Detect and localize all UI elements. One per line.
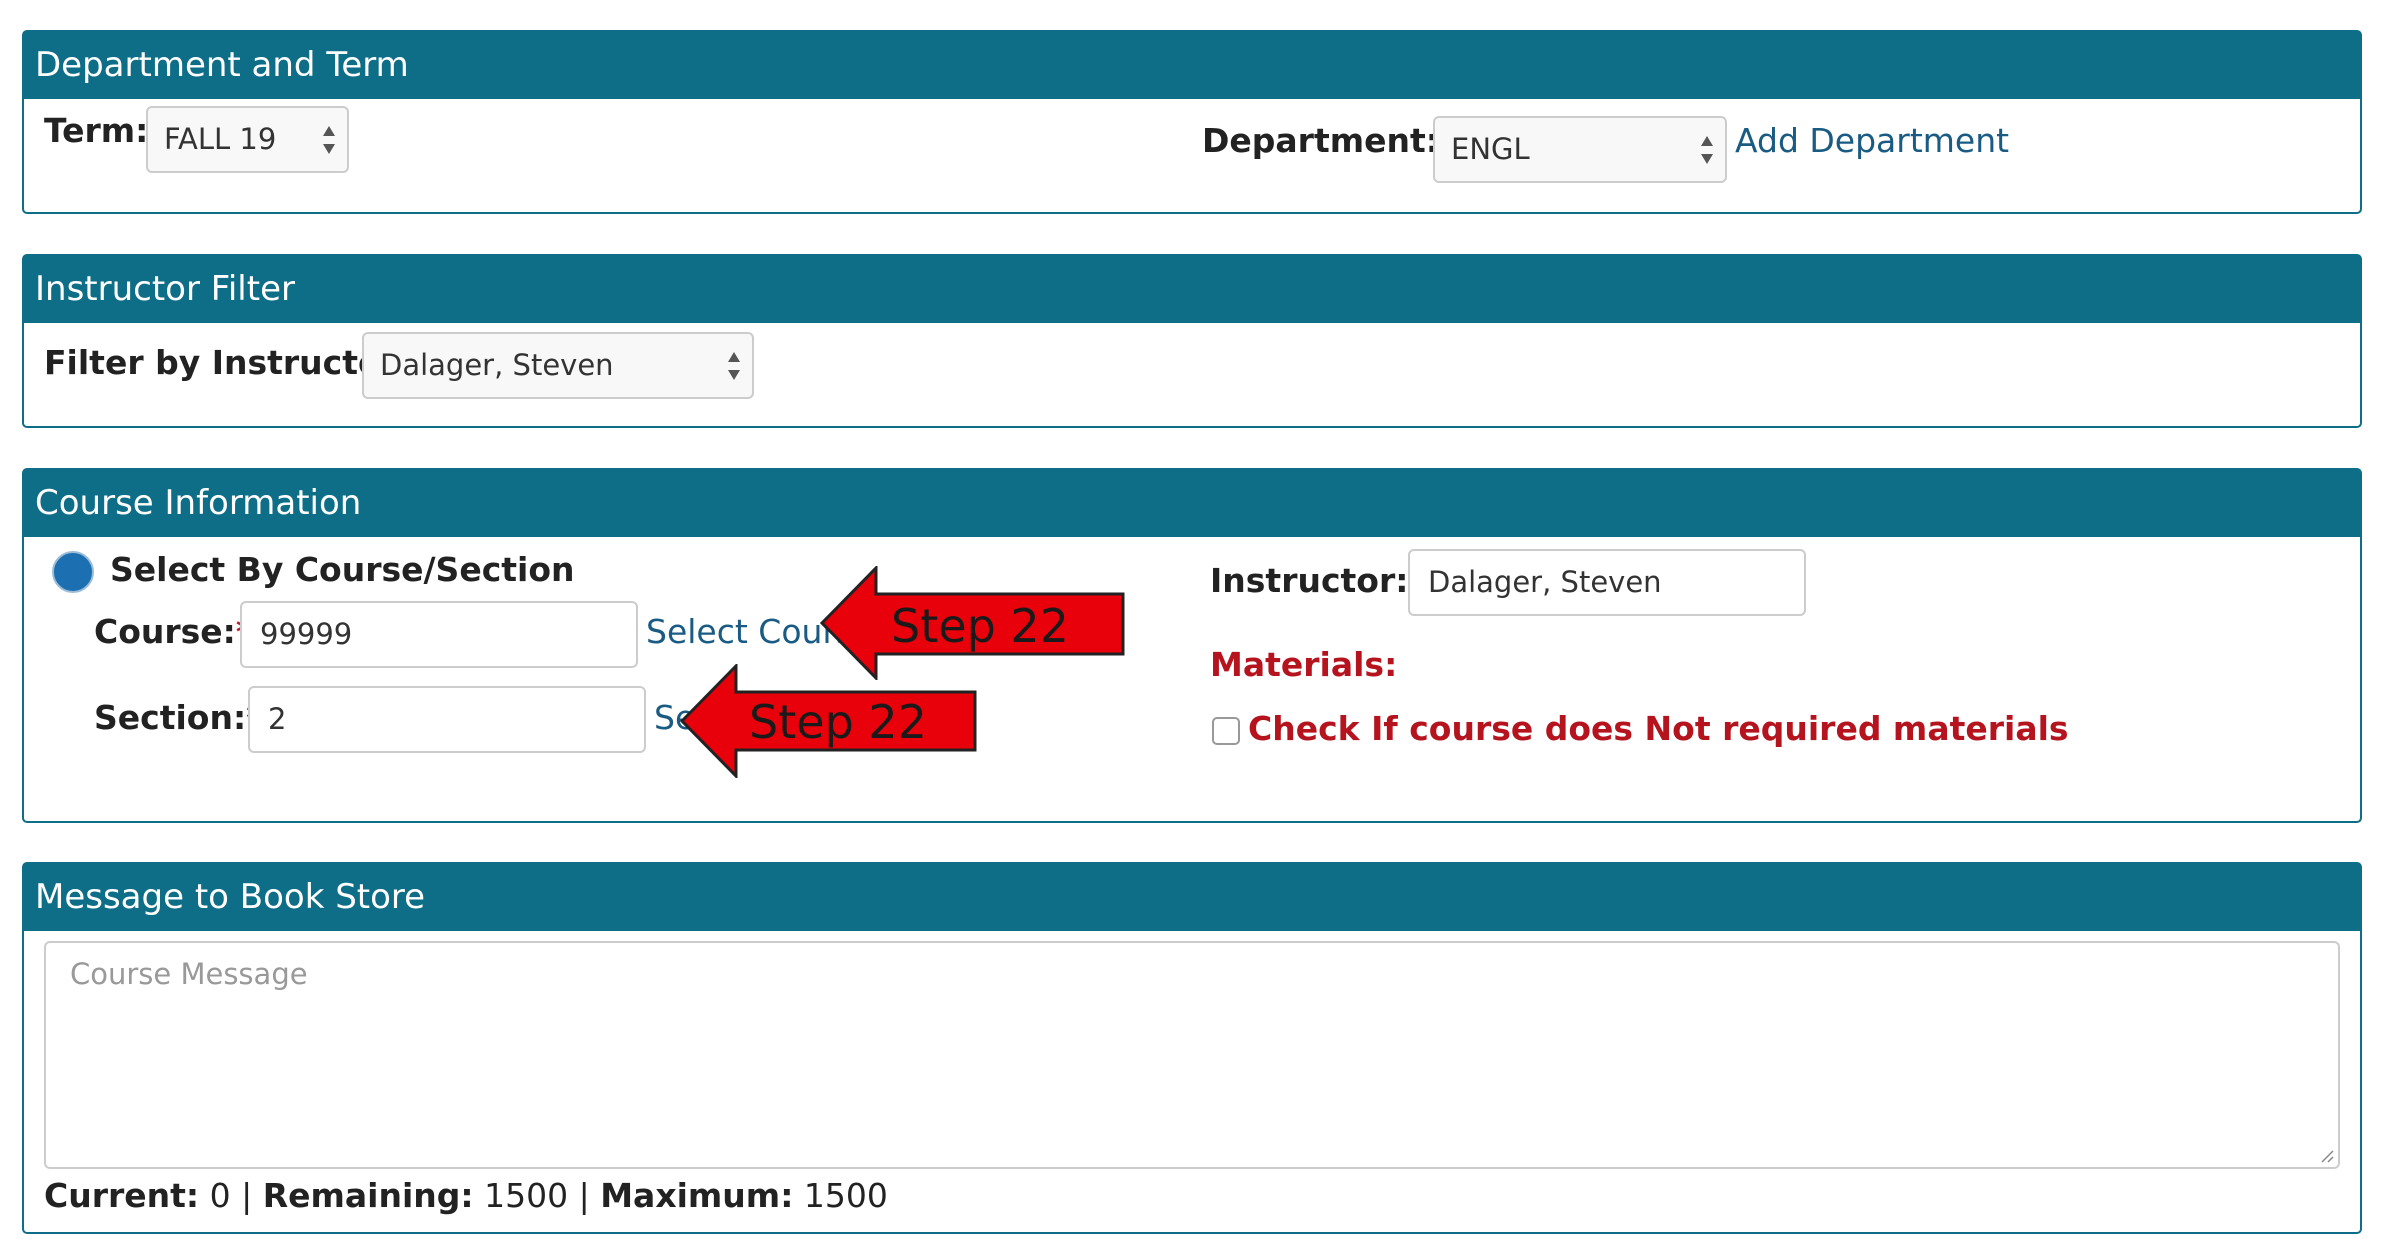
step-22-course-label: Step 22 <box>891 599 1069 653</box>
instructor-input[interactable]: Dalager, Steven <box>1408 549 1806 616</box>
section-input[interactable]: 2 <box>248 686 646 753</box>
course-information-header: Course Information <box>24 470 2360 537</box>
instructor-label: Instructor:* <box>1210 561 1426 600</box>
message-panel: Message to Book Store Course Message Cur… <box>22 862 2362 1234</box>
step-22-course-arrow: Step 22 <box>820 566 1125 680</box>
course-message-placeholder: Course Message <box>70 957 308 991</box>
section-label-text: Section: <box>94 698 247 737</box>
instructor-label-text: Instructor: <box>1210 561 1409 600</box>
maximum-value: 1500 <box>803 1176 888 1215</box>
course-information-panel: Course Information Select By Course/Sect… <box>22 468 2362 823</box>
counter-separator: | <box>241 1176 253 1215</box>
filter-instructor-label: Filter by Instructor: <box>44 343 411 382</box>
updown-caret-icon <box>323 126 335 154</box>
course-input[interactable]: 99999 <box>240 601 638 668</box>
add-department-link[interactable]: Add Department <box>1735 121 2009 160</box>
no-materials-checkbox-label[interactable]: Check If course does Not required materi… <box>1248 709 2069 748</box>
updown-caret-icon <box>728 352 740 380</box>
current-label: Current: <box>44 1176 200 1215</box>
character-counter: Current: 0 | Remaining: 1500 | Maximum: … <box>44 1176 888 1215</box>
department-label: Department:* <box>1202 121 1456 160</box>
course-label: Course:* <box>94 612 253 651</box>
message-header: Message to Book Store <box>24 864 2360 931</box>
remaining-label: Remaining: <box>262 1176 474 1215</box>
instructor-filter-header: Instructor Filter <box>24 256 2360 323</box>
updown-caret-icon <box>1701 136 1713 164</box>
materials-label: Materials: <box>1210 645 1398 684</box>
remaining-value: 1500 <box>484 1176 569 1215</box>
department-select[interactable]: ENGL <box>1433 116 1727 183</box>
term-label: Term: <box>44 111 149 150</box>
select-by-course-label: Select By Course/Section <box>110 550 575 589</box>
maximum-label: Maximum: <box>600 1176 794 1215</box>
term-select[interactable]: FALL 19 <box>146 106 349 173</box>
term-select-value: FALL 19 <box>164 122 277 156</box>
department-select-value: ENGL <box>1451 132 1530 166</box>
course-message-textarea[interactable]: Course Message <box>44 941 2340 1169</box>
step-22-section-arrow: Step 22 <box>680 664 977 778</box>
counter-separator: | <box>578 1176 590 1215</box>
department-label-text: Department: <box>1202 121 1439 160</box>
instructor-filter-panel: Instructor Filter Filter by Instructor: … <box>22 254 2362 428</box>
radio-selected-icon[interactable] <box>52 551 94 593</box>
instructor-filter-select[interactable]: Dalager, Steven <box>362 332 754 399</box>
current-value: 0 <box>209 1176 231 1215</box>
department-term-header: Department and Term <box>24 32 2360 99</box>
instructor-filter-value: Dalager, Steven <box>380 348 614 382</box>
checkbox-unchecked-icon[interactable] <box>1212 717 1240 745</box>
course-label-text: Course: <box>94 612 236 651</box>
section-label: Section:* <box>94 698 263 737</box>
step-22-section-label: Step 22 <box>749 695 927 749</box>
department-term-panel: Department and Term Term: FALL 19 Depart… <box>22 30 2362 214</box>
resize-grip-icon[interactable] <box>2318 1147 2334 1163</box>
